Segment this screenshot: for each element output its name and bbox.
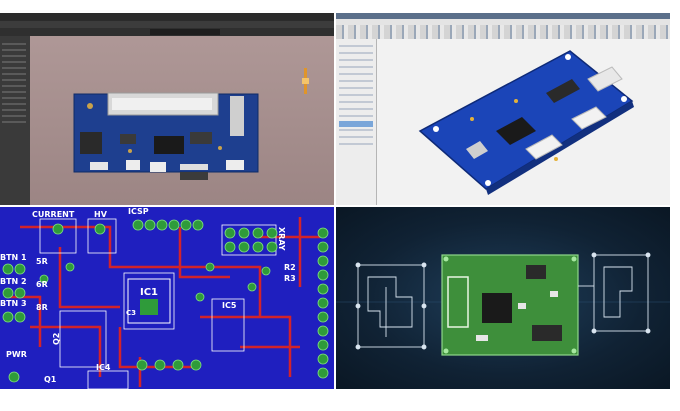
- left-schematic: [355, 262, 427, 350]
- pcb-3d-model-blue: [418, 50, 634, 195]
- properties-list: [339, 45, 373, 145]
- label-8r: 8R: [36, 303, 48, 312]
- label-ic5: IC5: [222, 301, 237, 310]
- label-icsp: ICSP: [128, 207, 149, 216]
- pcb-board-green[interactable]: [441, 254, 579, 356]
- board-render-canvas[interactable]: [336, 207, 670, 389]
- orientation-gizmo[interactable]: [302, 68, 309, 94]
- toolbar[interactable]: [336, 25, 670, 39]
- label-pwr: PWR: [6, 350, 27, 359]
- selected-property-row[interactable]: [339, 121, 373, 127]
- label-q2: Q2: [52, 332, 61, 345]
- label-6r: 6R: [36, 280, 48, 289]
- right-schematic: [578, 252, 651, 334]
- view-tab[interactable]: [150, 29, 220, 35]
- label-ic4: IC4: [96, 363, 111, 372]
- label-r3: R3: [284, 274, 296, 283]
- window-title-bar: [0, 13, 334, 21]
- label-q1: Q1: [44, 375, 57, 384]
- label-btn2: BTN 2: [0, 277, 27, 286]
- editor-3d-light-panel[interactable]: [336, 13, 670, 205]
- pcb-layout-panel[interactable]: CURRENT HV ICSP XRAY BTN 1 BTN 2 BTN 3 P…: [0, 207, 334, 389]
- label-c3: C3: [126, 309, 137, 317]
- pcb-3d-model: [73, 92, 259, 180]
- board-3d-view[interactable]: [30, 36, 334, 205]
- label-btn1: BTN 1: [0, 253, 27, 262]
- label-ic1: IC1: [140, 287, 159, 298]
- label-5r: 5R: [36, 257, 48, 266]
- projects-panel-list: [2, 43, 26, 123]
- board-3d-view[interactable]: [376, 39, 670, 205]
- board-render-panel[interactable]: [336, 207, 670, 389]
- menu-bar[interactable]: [0, 21, 334, 28]
- editor-3d-dark-panel[interactable]: [0, 13, 334, 205]
- label-current: CURRENT: [32, 210, 75, 219]
- label-btn3: BTN 3: [0, 299, 27, 308]
- label-xray: XRAY: [277, 227, 286, 251]
- label-r2: R2: [284, 263, 296, 272]
- label-hv: HV: [94, 210, 107, 219]
